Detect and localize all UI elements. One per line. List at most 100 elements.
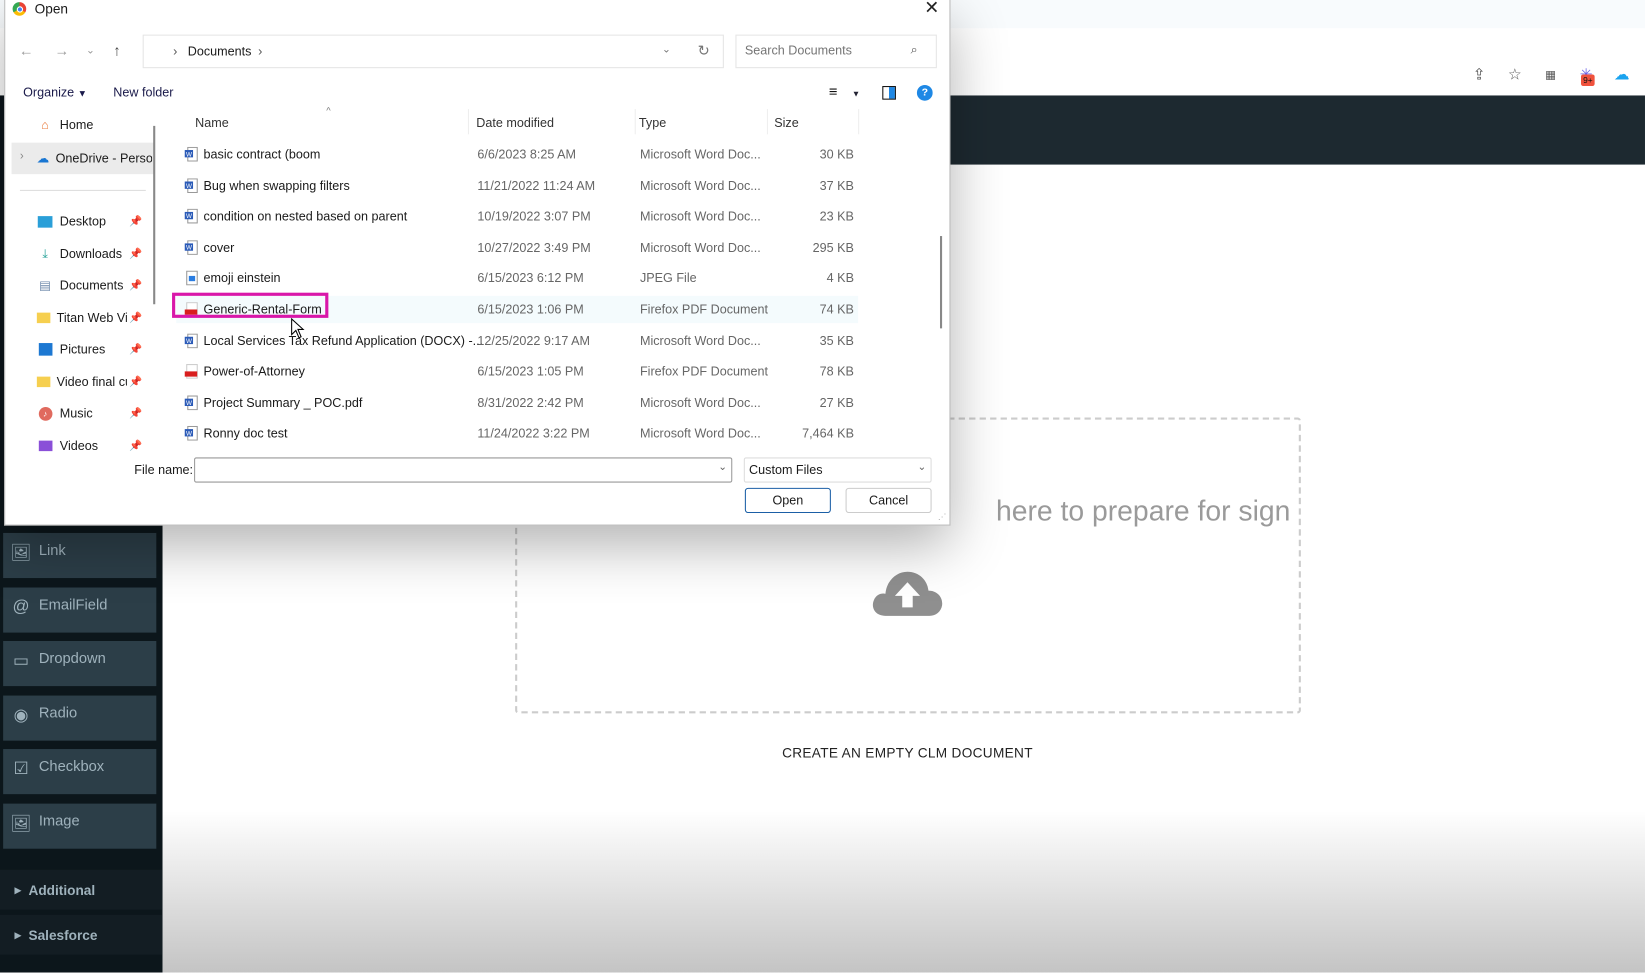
- address-history-chevron-icon[interactable]: ⌄: [662, 44, 671, 56]
- column-divider[interactable]: [766, 109, 768, 135]
- desktop-icon: [37, 214, 54, 229]
- view-dropdown-icon[interactable]: ▼: [852, 89, 860, 98]
- file-type: Firefox PDF Document: [639, 364, 768, 379]
- column-header-size[interactable]: Size: [774, 115, 798, 130]
- address-bar[interactable]: › Documents › ⌄ ↻: [142, 34, 724, 69]
- file-row[interactable]: Power-of-Attorney 6/15/2023 1:05 PM Firefo…: [176, 358, 858, 385]
- file-date: 6/15/2023 6:12 PM: [477, 270, 584, 286]
- file-type: Microsoft Word Doc...: [639, 240, 761, 255]
- file-date: 10/27/2022 3:49 PM: [477, 240, 591, 255]
- file-type: Microsoft Word Doc...: [639, 208, 761, 224]
- navigation-pane: ⌂ Home › ☁ OneDrive - Personal Desktop ⤓ Do…: [5, 110, 157, 452]
- resize-grip-icon[interactable]: ⋰: [938, 512, 946, 521]
- file-date: 8/31/2022 2:42 PM: [477, 395, 584, 411]
- chevron-down-icon[interactable]: ⌄: [918, 462, 927, 474]
- file-row[interactable]: W Project Summary _ POC.pdf 8/31/2022 2:42…: [176, 389, 858, 416]
- pin-icon[interactable]: 📌: [129, 377, 142, 389]
- chevron-down-icon[interactable]: ⌄: [718, 462, 727, 474]
- cloud-extension-icon[interactable]: ☁: [1611, 64, 1632, 85]
- file-row[interactable]: Wbasic contract (boom 6/6/2023 8:25 AM Mic…: [176, 141, 858, 168]
- tool-radio[interactable]: ◉ Radio: [3, 695, 157, 741]
- pin-icon[interactable]: 📌: [129, 313, 142, 325]
- image-icon: 🖼: [10, 815, 32, 833]
- tool-label: Radio: [38, 703, 78, 721]
- pin-icon[interactable]: 📌: [129, 249, 142, 261]
- expand-chevron-icon[interactable]: ›: [20, 150, 24, 163]
- at-icon: @: [12, 597, 30, 616]
- sort-ascending-icon: ^: [326, 104, 331, 116]
- nav-video-final[interactable]: Video final cu...: [36, 370, 127, 393]
- search-icon[interactable]: ⌕: [911, 42, 918, 58]
- nav-titan-web[interactable]: Titan Web Vi...: [36, 306, 127, 329]
- caret-right-icon: ▶: [14, 884, 22, 895]
- column-header-name[interactable]: Name: [195, 115, 229, 130]
- file-type: Firefox PDF Document: [639, 302, 768, 317]
- open-button[interactable]: Open: [744, 487, 831, 514]
- close-icon[interactable]: ✕: [924, 0, 939, 19]
- file-name-input[interactable]: [197, 460, 705, 482]
- nav-home[interactable]: ⌂ Home: [37, 113, 152, 136]
- new-folder-button[interactable]: New folder: [113, 85, 173, 100]
- file-row[interactable]: W Ronny doc test 11/24/2022 3:22 PM Microso…: [176, 420, 858, 447]
- column-divider[interactable]: [634, 109, 636, 135]
- section-additional[interactable]: ▶ Additional: [0, 869, 163, 910]
- file-row[interactable]: W Local Services Tax Refund Application (…: [176, 327, 858, 354]
- dialog-titlebar[interactable]: Open ✕: [5, 0, 949, 21]
- word-file-icon: W: [184, 208, 199, 224]
- tool-checkbox[interactable]: ☑ Checkbox: [3, 749, 157, 795]
- pin-icon[interactable]: 📌: [129, 280, 142, 292]
- file-name: Bug when swapping filters: [203, 178, 350, 194]
- cloud-upload-icon[interactable]: [871, 568, 944, 618]
- back-icon[interactable]: ←: [19, 42, 34, 59]
- nav-label: Documents: [59, 278, 124, 293]
- file-name: Local Services Tax Refund Application (D…: [203, 333, 484, 349]
- pin-icon[interactable]: 📌: [129, 216, 142, 228]
- section-label: Salesforce: [28, 926, 98, 943]
- nav-label: Titan Web Vi...: [56, 310, 127, 326]
- tool-image[interactable]: 🖼 Image: [3, 803, 157, 849]
- up-icon[interactable]: ↑: [113, 42, 120, 59]
- nav-pane-scrollbar[interactable]: [153, 125, 156, 305]
- download-icon: ⤓: [42, 246, 48, 261]
- cancel-button[interactable]: Cancel: [845, 487, 932, 514]
- file-row[interactable]: Wcover 10/27/2022 3:49 PM Microsoft Word D…: [176, 234, 858, 261]
- organize-button[interactable]: Organize ▼: [23, 85, 87, 100]
- column-header-type[interactable]: Type: [639, 115, 666, 130]
- forward-icon[interactable]: →: [55, 42, 70, 59]
- file-name-field[interactable]: ⌄: [194, 457, 733, 483]
- pin-icon[interactable]: 📌: [129, 408, 142, 420]
- star-icon[interactable]: ☆: [1504, 64, 1525, 85]
- breadcrumb-documents[interactable]: Documents: [188, 44, 252, 59]
- pin-icon[interactable]: 📌: [129, 441, 142, 451]
- file-type-select[interactable]: Custom Files ⌄: [743, 457, 932, 483]
- view-options-icon[interactable]: ≡: [829, 83, 838, 100]
- column-divider[interactable]: [858, 109, 860, 135]
- extension-sparkle-icon[interactable]: ✳9+: [1576, 64, 1597, 87]
- file-list-scrollbar[interactable]: [939, 236, 943, 329]
- file-name: cover: [203, 240, 235, 255]
- column-divider[interactable]: [467, 109, 469, 135]
- preview-pane-icon[interactable]: [882, 86, 896, 100]
- file-row[interactable]: W Bug when swapping filters 11/21/2022 11:…: [176, 172, 858, 199]
- recent-locations-icon[interactable]: ⌄: [86, 45, 95, 57]
- file-date: 10/19/2022 3:07 PM: [477, 208, 591, 224]
- qr-icon[interactable]: ▦: [1540, 64, 1561, 85]
- word-file-icon: W: [184, 178, 199, 194]
- share-icon[interactable]: ⇪: [1469, 64, 1490, 85]
- section-salesforce[interactable]: ▶ Salesforce: [0, 914, 163, 955]
- file-row[interactable]: Wcondition on nested based on parent 10/1…: [176, 202, 858, 229]
- nav-onedrive[interactable]: ☁ OneDrive - Personal: [37, 147, 152, 170]
- file-date: 12/25/2022 9:17 AM: [477, 333, 591, 349]
- search-box[interactable]: ⌕: [735, 34, 937, 69]
- column-header-date[interactable]: Date modified: [476, 115, 554, 130]
- create-empty-document-link[interactable]: CREATE AN EMPTY CLM DOCUMENT: [724, 745, 1091, 761]
- tool-dropdown[interactable]: ▭ Dropdown: [3, 641, 157, 687]
- search-input[interactable]: [742, 41, 905, 59]
- refresh-icon[interactable]: ↻: [698, 42, 710, 60]
- file-row[interactable]: emoji einstein 6/15/2023 6:12 PM JPEG File…: [176, 264, 858, 291]
- tool-emailfield[interactable]: @ EmailField: [3, 587, 157, 633]
- pin-icon[interactable]: 📌: [129, 344, 142, 356]
- help-icon[interactable]: ?: [916, 84, 933, 101]
- tool-link[interactable]: 🖼 Link: [3, 532, 157, 579]
- breadcrumb-chevron-icon[interactable]: ›: [258, 44, 262, 59]
